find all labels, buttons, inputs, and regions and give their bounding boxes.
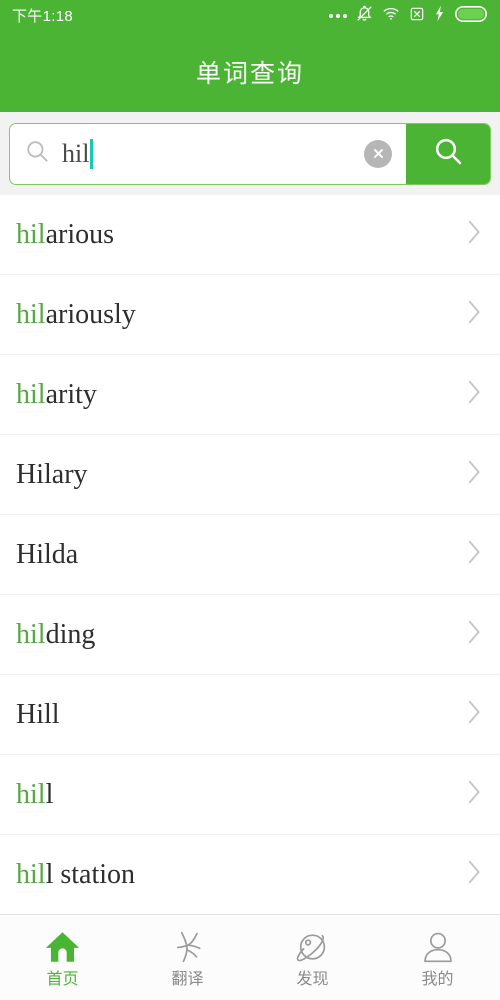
suggestion-row[interactable]: hilding xyxy=(0,595,500,675)
tab-label-mine: 我的 xyxy=(421,970,454,988)
tab-mine[interactable]: 我的 xyxy=(375,915,500,1000)
chevron-right-icon xyxy=(467,219,482,250)
suggestion-row[interactable]: Hilary xyxy=(0,435,500,515)
text-caret xyxy=(90,138,94,169)
chevron-right-icon xyxy=(467,379,482,410)
matched-prefix: hil xyxy=(16,620,46,649)
chevron-right-icon xyxy=(467,539,482,570)
tab-label-discover: 发现 xyxy=(296,970,329,988)
more-dots-icon xyxy=(329,14,347,18)
tab-home[interactable]: 首页 xyxy=(0,915,125,1000)
suggestion-word: Hilda xyxy=(16,541,467,569)
suggestion-word: hilarity xyxy=(16,381,467,409)
word-remainder: l station xyxy=(45,860,136,889)
suggestion-row[interactable]: hill station xyxy=(0,835,500,914)
suggestion-word: Hill xyxy=(16,701,467,729)
chevron-right-icon xyxy=(467,699,482,730)
status-icon-group xyxy=(329,5,488,27)
battery-icon xyxy=(454,5,488,27)
suggestion-row[interactable]: hill xyxy=(0,755,500,835)
tab-label-home: 首页 xyxy=(46,970,79,988)
chevron-right-icon xyxy=(467,779,482,810)
search-submit-button[interactable] xyxy=(406,123,490,184)
matched-prefix: hil xyxy=(16,300,46,329)
suggestion-word: hilariously xyxy=(16,301,467,329)
search-icon xyxy=(432,135,464,172)
tab-translate[interactable]: 翻译 xyxy=(125,915,250,1000)
bottom-tab-bar: 首页 翻译 发现 我的 xyxy=(0,914,500,1000)
suggestion-row[interactable]: hilarious xyxy=(0,195,500,275)
tab-label-translate: 翻译 xyxy=(171,970,204,988)
suggestion-list: hilarious hilariously hilarity Hilary Hilda h… xyxy=(0,195,500,914)
clear-circle-icon[interactable] xyxy=(364,139,392,168)
status-time: 下午1:18 xyxy=(12,7,73,25)
matched-prefix: hil xyxy=(16,220,46,249)
app-header: 单词查询 xyxy=(0,32,500,112)
search-input[interactable]: hil xyxy=(10,124,364,184)
chevron-right-icon xyxy=(467,459,482,490)
word-remainder: ariously xyxy=(45,300,136,329)
home-icon xyxy=(44,928,81,966)
page-title: 单词查询 xyxy=(195,60,304,88)
chevron-right-icon xyxy=(467,299,482,330)
search-area: hil xyxy=(0,112,500,195)
suggestion-row[interactable]: hilarity xyxy=(0,355,500,435)
word-remainder: Hilda xyxy=(16,540,79,569)
sim-x-icon xyxy=(409,6,425,27)
suggestion-word: hilarious xyxy=(16,221,467,249)
suggestion-word: Hilary xyxy=(16,461,467,489)
suggestion-row[interactable]: Hilda xyxy=(0,515,500,595)
matched-prefix: hil xyxy=(16,860,46,889)
suggestion-row[interactable]: Hill xyxy=(0,675,500,755)
search-icon xyxy=(24,138,50,169)
chevron-right-icon xyxy=(467,859,482,890)
tab-discover[interactable]: 发现 xyxy=(250,915,375,1000)
chevron-right-icon xyxy=(467,619,482,650)
search-input-value: hil xyxy=(62,138,90,168)
word-remainder: Hill xyxy=(16,700,60,729)
bell-muted-icon xyxy=(356,5,373,27)
suggestion-word: hilding xyxy=(16,621,467,649)
suggestion-word: hill xyxy=(16,781,467,809)
word-remainder: ding xyxy=(45,620,96,649)
word-remainder: arious xyxy=(45,220,114,249)
charging-bolt-icon xyxy=(434,5,445,27)
matched-prefix: hil xyxy=(16,780,46,809)
app-screen: 下午1:18 单词查询 hil hilarious hilariously hi… xyxy=(0,0,500,1000)
suggestion-word: hill station xyxy=(16,861,467,889)
search-box[interactable]: hil xyxy=(9,122,491,185)
translate-icon xyxy=(170,928,206,966)
word-remainder: l xyxy=(45,780,54,809)
word-remainder: Hilary xyxy=(16,460,88,489)
status-bar: 下午1:18 xyxy=(0,0,500,32)
suggestion-row[interactable]: hilariously xyxy=(0,275,500,355)
word-remainder: arity xyxy=(45,380,97,409)
matched-prefix: hil xyxy=(16,380,46,409)
planet-icon xyxy=(295,928,331,966)
wifi-icon xyxy=(382,5,400,27)
person-icon xyxy=(421,928,455,966)
